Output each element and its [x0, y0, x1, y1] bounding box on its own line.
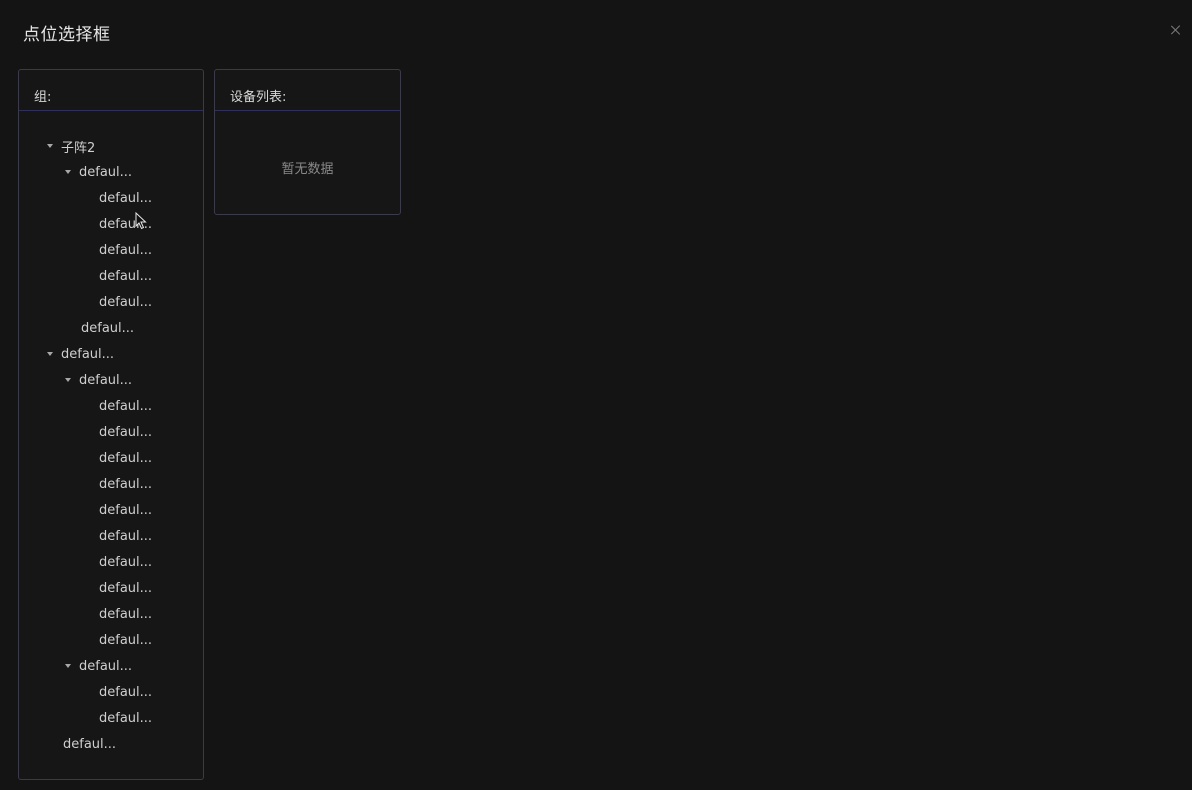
- group-panel-header: 组:: [19, 70, 203, 111]
- tree-node-label: 子阵2: [61, 140, 96, 156]
- tree-node[interactable]: defaul...: [65, 370, 132, 390]
- close-icon[interactable]: [1168, 22, 1184, 38]
- tree-node-label: defaul...: [99, 580, 153, 596]
- tree-node[interactable]: defaul...: [99, 578, 152, 598]
- tree-node[interactable]: defaul...: [65, 656, 132, 676]
- tree-node-label: defaul...: [63, 736, 117, 752]
- tree-node[interactable]: defaul...: [99, 422, 152, 442]
- tree-node[interactable]: defaul...: [99, 474, 152, 494]
- tree-node-label: defaul...: [79, 658, 133, 674]
- caret-down-icon[interactable]: [65, 378, 71, 382]
- tree-node-label: defaul...: [99, 190, 153, 206]
- tree-node[interactable]: 子阵2: [47, 136, 95, 156]
- tree-node-label: defaul...: [99, 424, 153, 440]
- tree-node[interactable]: defaul...: [99, 682, 152, 702]
- device-list-panel: 设备列表: 暂无数据: [214, 69, 401, 215]
- tree-node-label: defaul...: [99, 684, 153, 700]
- tree-node-label: defaul...: [79, 164, 133, 180]
- tree-node[interactable]: defaul...: [99, 214, 152, 234]
- tree-node[interactable]: defaul...: [99, 604, 152, 624]
- tree-node[interactable]: defaul...: [47, 344, 114, 364]
- empty-state-text: 暂无数据: [281, 162, 334, 177]
- tree-node[interactable]: defaul...: [99, 266, 152, 286]
- tree-node-label: defaul...: [99, 502, 153, 518]
- tree-node-label: defaul...: [99, 606, 153, 622]
- tree-node-label: defaul...: [99, 476, 153, 492]
- caret-down-icon[interactable]: [47, 352, 53, 356]
- point-select-dialog: 点位选择框 组: 子阵2 defaul... defaul... defaul... d…: [0, 0, 1192, 790]
- tree-node-label: defaul...: [99, 268, 153, 284]
- tree-node[interactable]: defaul...: [99, 500, 152, 520]
- caret-down-icon[interactable]: [47, 144, 53, 148]
- tree-node[interactable]: defaul...: [99, 396, 152, 416]
- tree-node[interactable]: defaul...: [99, 552, 152, 572]
- tree-node[interactable]: defaul...: [99, 292, 152, 312]
- tree-node[interactable]: defaul...: [99, 448, 152, 468]
- tree-node-label: defaul...: [99, 216, 153, 232]
- caret-down-icon[interactable]: [65, 664, 71, 668]
- tree-node-label: defaul...: [99, 294, 153, 310]
- tree-node-label: defaul...: [99, 632, 153, 648]
- dialog-title: 点位选择框: [23, 25, 111, 45]
- tree-node[interactable]: defaul...: [81, 318, 134, 338]
- tree-node[interactable]: defaul...: [99, 526, 152, 546]
- tree-node-label: defaul...: [99, 450, 153, 466]
- caret-down-icon[interactable]: [65, 170, 71, 174]
- tree-node-label: defaul...: [99, 528, 153, 544]
- tree-node-label: defaul...: [99, 710, 153, 726]
- tree-node[interactable]: defaul...: [99, 630, 152, 650]
- tree-node[interactable]: defaul...: [65, 162, 132, 182]
- group-panel: 组: 子阵2 defaul... defaul... defaul... defaul.…: [18, 69, 204, 780]
- tree-node-label: defaul...: [61, 346, 115, 362]
- tree-node[interactable]: defaul...: [99, 708, 152, 728]
- tree-node[interactable]: defaul...: [63, 734, 116, 754]
- tree-node-label: defaul...: [79, 372, 133, 388]
- tree-node[interactable]: defaul...: [99, 188, 152, 208]
- device-list-header: 设备列表:: [215, 70, 400, 111]
- tree-node-label: defaul...: [99, 242, 153, 258]
- tree-node-label: defaul...: [99, 398, 153, 414]
- tree-node-label: defaul...: [81, 320, 135, 336]
- tree-node[interactable]: defaul...: [99, 240, 152, 260]
- tree-node-label: defaul...: [99, 554, 153, 570]
